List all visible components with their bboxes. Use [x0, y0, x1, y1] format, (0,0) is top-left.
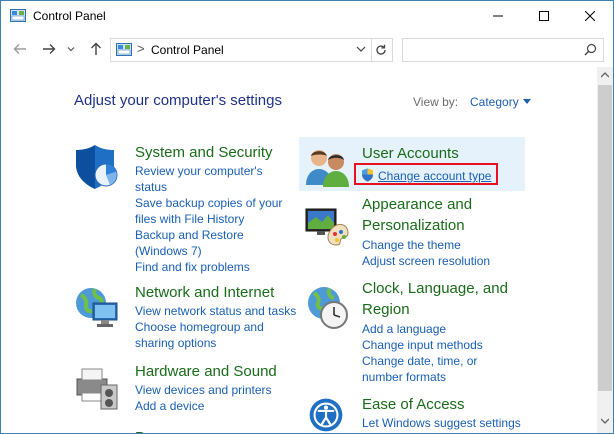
- link-file-history[interactable]: Save backup copies of your: [135, 195, 282, 211]
- up-button[interactable]: [87, 41, 105, 57]
- up-arrow-icon: [91, 42, 101, 55]
- chevron-down-icon: [67, 47, 75, 52]
- category-system-and-security: System and Security Review your computer…: [135, 143, 282, 275]
- category-title-ease-of-access[interactable]: Ease of Access: [362, 395, 521, 414]
- category-title-programs[interactable]: P: [135, 428, 145, 433]
- view-by-label: View by:: [413, 95, 459, 109]
- scroll-down-arrow-icon[interactable]: [601, 418, 609, 424]
- chevron-down-icon[interactable]: [523, 99, 531, 104]
- link-screen-resolution[interactable]: Adjust screen resolution: [362, 253, 490, 269]
- category-appearance-and-personalization: Appearance and Personalization Change th…: [362, 195, 490, 269]
- link-add-language[interactable]: Add a language: [362, 321, 508, 337]
- category-title-hardware-and-sound[interactable]: Hardware and Sound: [135, 362, 277, 381]
- link-windows-suggest-settings[interactable]: Let Windows suggest settings: [362, 415, 521, 431]
- link-network-status[interactable]: View network status and tasks: [135, 303, 296, 319]
- link-devices-printers[interactable]: View devices and printers: [135, 382, 277, 398]
- recent-locations-button[interactable]: [65, 41, 77, 57]
- category-title-appearance[interactable]: Appearance and: [362, 195, 490, 214]
- link-backup-restore[interactable]: Backup and Restore: [135, 227, 282, 243]
- link-review-status-cont[interactable]: status: [135, 179, 282, 195]
- breadcrumb-separator[interactable]: >: [137, 41, 145, 56]
- forward-arrow-icon: [43, 44, 56, 54]
- monitor-palette-icon[interactable]: [304, 203, 352, 251]
- forward-button[interactable]: [40, 41, 58, 57]
- refresh-icon: [376, 44, 386, 55]
- search-icon[interactable]: [584, 43, 597, 56]
- category-clock-language-region: Clock, Language, and Region Add a langua…: [362, 279, 508, 385]
- title-bar: Control Panel: [1, 1, 613, 31]
- link-change-theme[interactable]: Change the theme: [362, 237, 490, 253]
- maximize-icon: [539, 11, 549, 21]
- back-arrow-icon: [13, 44, 26, 54]
- minimize-button[interactable]: [475, 1, 521, 31]
- category-title-system-and-security[interactable]: System and Security: [135, 143, 282, 162]
- window-title: Control Panel: [33, 9, 106, 23]
- refresh-button[interactable]: [370, 38, 393, 62]
- printer-icon[interactable]: [73, 363, 121, 411]
- scroll-up-arrow-icon[interactable]: [601, 72, 609, 78]
- back-button[interactable]: [11, 41, 29, 57]
- page-title: Adjust your computer's settings: [74, 92, 282, 109]
- users-icon[interactable]: [304, 147, 352, 187]
- link-date-time-format[interactable]: Change date, time, or: [362, 353, 508, 369]
- control-panel-icon: [116, 43, 132, 56]
- globe-network-icon[interactable]: [73, 283, 121, 331]
- category-user-accounts: User Accounts: [362, 144, 459, 163]
- view-by-dropdown[interactable]: Category: [470, 95, 519, 109]
- content-area: Adjust your computer's settings View by:…: [1, 67, 597, 433]
- category-network-and-internet: Network and Internet View network status…: [135, 283, 296, 351]
- close-button[interactable]: [567, 1, 613, 31]
- link-add-device[interactable]: Add a device: [135, 398, 277, 414]
- maximize-button[interactable]: [521, 1, 567, 31]
- search-input[interactable]: [402, 38, 604, 62]
- control-panel-window: Control Panel > Control Panel Adjust you…: [0, 0, 614, 434]
- close-icon: [585, 11, 595, 21]
- link-input-methods[interactable]: Change input methods: [362, 337, 508, 353]
- category-hardware-and-sound: Hardware and Sound View devices and prin…: [135, 362, 277, 414]
- shield-icon[interactable]: [73, 143, 121, 191]
- minimize-icon: [493, 15, 503, 17]
- address-bar[interactable]: > Control Panel: [110, 38, 372, 62]
- link-homegroup-cont[interactable]: sharing options: [135, 335, 296, 351]
- chevron-down-icon[interactable]: [355, 42, 367, 56]
- vertical-scrollbar[interactable]: [597, 67, 613, 433]
- annotation-highlight-box: [354, 163, 498, 185]
- link-find-fix-problems[interactable]: Find and fix problems: [135, 259, 282, 275]
- category-title-user-accounts[interactable]: User Accounts: [362, 144, 459, 163]
- category-title-personalization[interactable]: Personalization: [362, 216, 490, 235]
- link-review-status[interactable]: Review your computer's: [135, 163, 282, 179]
- category-programs: P: [135, 428, 145, 433]
- control-panel-icon: [10, 9, 26, 22]
- ease-of-access-icon[interactable]: [304, 397, 348, 433]
- navigation-bar: > Control Panel: [1, 32, 613, 66]
- link-backup-restore-cont[interactable]: (Windows 7): [135, 243, 282, 259]
- category-title-region[interactable]: Region: [362, 300, 508, 319]
- breadcrumb-control-panel[interactable]: Control Panel: [151, 43, 224, 57]
- link-file-history-cont[interactable]: files with File History: [135, 211, 282, 227]
- category-title-network-and-internet[interactable]: Network and Internet: [135, 283, 296, 302]
- link-date-time-format-cont[interactable]: number formats: [362, 369, 508, 385]
- category-ease-of-access: Ease of Access Let Windows suggest setti…: [362, 395, 521, 431]
- category-title-clock-language[interactable]: Clock, Language, and: [362, 279, 508, 298]
- link-homegroup[interactable]: Choose homegroup and: [135, 319, 296, 335]
- scrollbar-thumb[interactable]: [598, 85, 612, 391]
- clock-globe-icon[interactable]: [304, 283, 352, 331]
